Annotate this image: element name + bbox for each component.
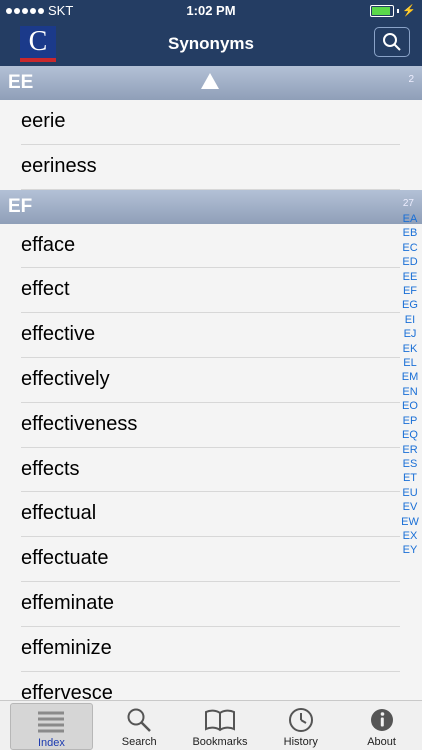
word-row[interactable]: effectively [0, 358, 422, 403]
word-row[interactable]: eeriness [0, 145, 422, 190]
index-letter[interactable]: EV [403, 500, 418, 514]
section-header: EF 27 [0, 189, 422, 224]
status-time: 1:02 PM [186, 3, 236, 18]
info-icon [369, 706, 395, 734]
tab-bookmarks[interactable]: Bookmarks [180, 701, 261, 750]
word-row[interactable]: effectuate [0, 537, 422, 582]
index-letter[interactable]: EA [403, 212, 418, 226]
word-label: eerie [21, 110, 66, 132]
section-letter: EE [8, 72, 34, 93]
word-label: eeriness [21, 154, 97, 177]
index-letter[interactable]: EE [403, 270, 418, 284]
index-letter[interactable]: ET [403, 471, 417, 485]
battery-icon: ⚡ [370, 4, 416, 17]
section-index-bar[interactable]: EA EB EC ED EE EF EG EI EJ EK EL EM EN EO EP EQ ER ES ET EU… [401, 212, 419, 558]
section-letter: EF [8, 195, 33, 217]
word-row[interactable]: effervesce [0, 672, 422, 700]
tab-label: Bookmarks [192, 736, 248, 748]
index-letter[interactable]: EC [402, 241, 417, 255]
index-letter[interactable]: ER [402, 443, 417, 457]
tab-label: History [283, 736, 318, 748]
word-label: effeminize [21, 636, 112, 659]
word-row[interactable]: effectiveness [0, 403, 422, 448]
word-label: effects [21, 457, 80, 480]
index-letter[interactable]: EM [402, 370, 419, 384]
list-icon [36, 709, 66, 735]
word-label: effervesce [21, 681, 113, 700]
word-list[interactable]: EE 2 eerie eeriness EF 27 efface effect effectiv… [0, 66, 422, 700]
clock-icon [288, 706, 314, 734]
index-letter[interactable]: ED [402, 255, 417, 269]
tab-label: Search [121, 736, 157, 748]
index-letter[interactable]: EP [403, 414, 418, 428]
search-button[interactable] [374, 27, 410, 57]
index-letter[interactable]: EO [402, 399, 418, 413]
book-icon [204, 706, 236, 734]
word-label: effect [21, 278, 70, 301]
word-label: effectual [21, 502, 97, 525]
index-letter[interactable]: EX [403, 529, 418, 543]
index-letter[interactable]: EL [403, 356, 416, 370]
index-letter[interactable]: EI [405, 313, 415, 327]
word-row[interactable]: efface [0, 224, 422, 269]
word-row[interactable]: effeminate [0, 582, 422, 627]
tab-search[interactable]: Search [99, 701, 180, 750]
word-label: efface [21, 233, 76, 256]
index-letter[interactable]: EN [402, 385, 417, 399]
section-count: 2 [408, 74, 414, 85]
status-bar: SKT 1:02 PM ⚡ [0, 0, 422, 22]
word-row[interactable]: effeminize [0, 627, 422, 672]
magnifier-icon [126, 706, 152, 734]
word-row[interactable]: effectual [0, 492, 422, 537]
search-icon [383, 33, 401, 51]
word-row[interactable]: effective [0, 313, 422, 358]
section-header: EE 2 [0, 66, 422, 100]
word-label: effective [21, 323, 96, 346]
word-label: effectuate [21, 547, 109, 570]
section-count: 27 [402, 197, 414, 209]
index-letter[interactable]: EQ [402, 428, 418, 442]
tab-label: Index [37, 737, 65, 749]
tab-bar: Index Search Bookmarks History About [0, 700, 422, 750]
index-letter[interactable]: EJ [404, 327, 417, 341]
tab-history[interactable]: History [260, 701, 341, 750]
index-letter[interactable]: EU [402, 486, 417, 500]
index-letter[interactable]: EF [403, 284, 417, 298]
index-letter[interactable]: EB [403, 226, 418, 240]
index-letter[interactable]: EG [402, 298, 418, 312]
word-label: effectively [21, 367, 110, 390]
word-label: effectiveness [21, 412, 138, 435]
word-row[interactable]: effect [0, 268, 422, 313]
word-row[interactable]: effects [0, 448, 422, 493]
word-row[interactable]: eerie [0, 100, 422, 145]
tab-label: About [367, 736, 396, 748]
tab-index[interactable]: Index [10, 703, 93, 750]
charging-icon: ⚡ [402, 5, 416, 17]
scroll-up-icon[interactable] [201, 73, 219, 89]
page-title: Synonyms [168, 34, 254, 53]
navigation-bar: C Synonyms [0, 22, 422, 66]
index-letter[interactable]: EW [401, 515, 419, 529]
index-letter[interactable]: EK [403, 342, 418, 356]
index-letter[interactable]: EY [403, 543, 418, 557]
index-letter[interactable]: ES [403, 457, 418, 471]
tab-about[interactable]: About [341, 701, 422, 750]
word-label: effeminate [21, 591, 115, 614]
